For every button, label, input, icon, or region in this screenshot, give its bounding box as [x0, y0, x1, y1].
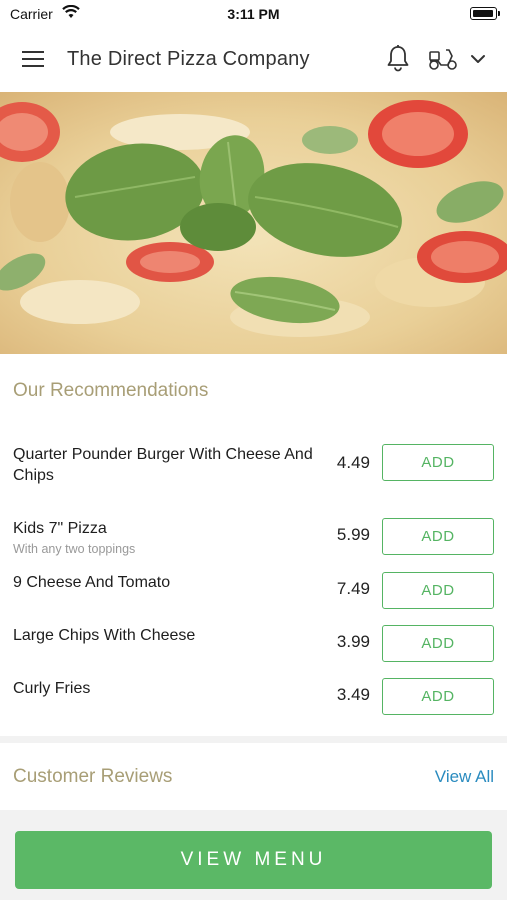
page-title: The Direct Pizza Company — [67, 48, 310, 70]
add-button[interactable]: ADD — [382, 572, 494, 609]
item-name: 9 Cheese And Tomato — [13, 574, 171, 591]
bell-icon[interactable] — [385, 44, 411, 77]
item-name: Kids 7" Pizza — [13, 520, 107, 537]
item-name: Quarter Pounder Burger With Cheese And C… — [13, 446, 313, 484]
add-button[interactable]: ADD — [382, 518, 494, 555]
add-button[interactable]: ADD — [382, 678, 494, 715]
item-name: Large Chips With Cheese — [13, 627, 196, 644]
status-bar: Carrier 3:11 PM — [0, 0, 507, 28]
item-name: Curly Fries — [13, 680, 91, 697]
item-price: 3.99 — [336, 632, 370, 651]
recommendations-section: Our Recommendations Quarter Pounder Burg… — [0, 354, 507, 736]
item-price: 4.49 — [336, 453, 370, 472]
chevron-down-icon[interactable] — [470, 52, 486, 70]
status-time: 3:11 PM — [227, 6, 280, 22]
menu-icon[interactable] — [22, 50, 46, 70]
add-button[interactable]: ADD — [382, 625, 494, 662]
view-all-link[interactable]: View All — [435, 767, 494, 787]
add-button[interactable]: ADD — [382, 444, 494, 481]
hero-image — [0, 92, 507, 354]
app-header: The Direct Pizza Company — [0, 28, 507, 92]
item-price: 3.49 — [336, 685, 370, 704]
item-description: With any two toppings — [13, 542, 136, 556]
view-menu-button[interactable]: VIEW MENU — [15, 831, 492, 889]
reviews-title: Customer Reviews — [13, 766, 173, 787]
item-price: 5.99 — [336, 525, 370, 544]
scooter-icon[interactable] — [427, 46, 459, 77]
item-price: 7.49 — [336, 579, 370, 598]
battery-icon — [470, 7, 500, 20]
recommendations-title: Our Recommendations — [13, 380, 209, 401]
reviews-section: Customer Reviews View All — [0, 743, 507, 810]
